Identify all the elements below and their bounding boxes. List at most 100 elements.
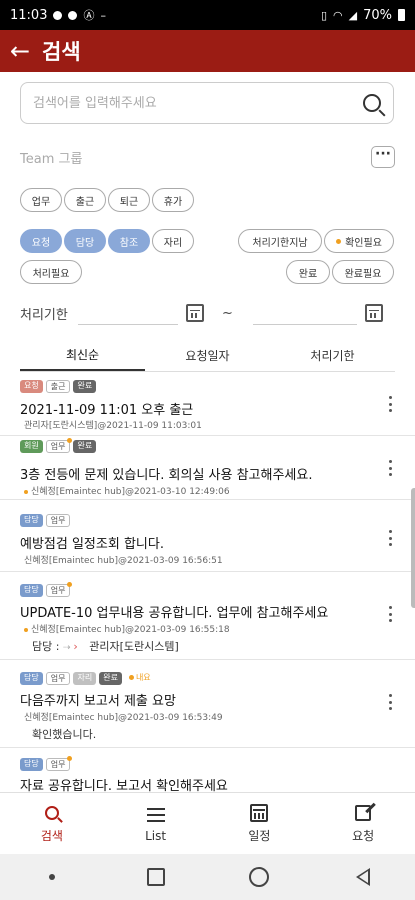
arrow-icon: ⇢ <box>62 643 74 653</box>
deadline-row: 처리기한 ~ <box>20 300 395 326</box>
tag-assigned: 담당 <box>20 672 43 685</box>
item-reply: 확인했습니다. <box>32 728 97 741</box>
tag-type-label: 업무 <box>50 442 66 451</box>
tag-note: 내요 <box>125 672 151 685</box>
page-title: 검색 <box>42 40 81 64</box>
chip-done[interactable]: 완료 <box>286 260 330 284</box>
minus-icon: – <box>100 8 106 22</box>
item-title: UPDATE-10 업무내용 공유합니다. 업무에 참고해주세요 <box>20 606 329 621</box>
tab-latest[interactable]: 최신순 <box>20 340 145 371</box>
chip-needs-processing[interactable]: 처리필요 <box>20 260 82 284</box>
assignee-label: 담당 : <box>32 640 60 653</box>
item-meta: 관리자[도란시스템]@2021-11-09 11:03:01 <box>24 421 202 431</box>
chip-work[interactable]: 업무 <box>20 188 62 212</box>
chip-reference[interactable]: 참조 <box>108 229 150 253</box>
chip-clock-in[interactable]: 출근 <box>64 188 106 212</box>
tag-status: 완료 <box>73 380 97 393</box>
nav-schedule[interactable]: 일정 <box>208 793 312 854</box>
chip-request[interactable]: 요청 <box>20 229 62 253</box>
team-selector[interactable]: Team 그룹 <box>20 148 82 167</box>
tag-type: 출근 <box>45 380 71 393</box>
list-item[interactable]: 회원 업무 완료 3층 전등에 문제 있습니다. 회의실 사용 참고해주세요. … <box>0 436 415 500</box>
app-header: ← 검색 <box>0 30 415 72</box>
kebab-menu-icon[interactable] <box>387 396 393 412</box>
tag-assigned: 담당 <box>20 758 43 771</box>
kebab-menu-icon[interactable] <box>387 460 393 476</box>
kebab-menu-icon[interactable] <box>387 606 393 622</box>
tag-type: 업무 <box>45 514 71 527</box>
tag-type: 업무 <box>45 582 73 597</box>
tag-type-label: 업무 <box>50 586 66 595</box>
back-icon[interactable] <box>352 866 374 888</box>
kebab-menu-icon[interactable] <box>387 530 393 546</box>
calendar-icon <box>249 803 269 823</box>
tag-type: 업무 <box>45 672 71 685</box>
list-item[interactable]: 담당 업무 UPDATE-10 업무내용 공유합니다. 업무에 참고해주세요 신… <box>0 572 415 660</box>
message-icon <box>68 10 78 20</box>
search-icon[interactable] <box>363 94 381 112</box>
nav-schedule-label: 일정 <box>248 829 271 843</box>
tag-request: 회원 <box>20 440 43 453</box>
menu-dot-icon[interactable] <box>41 866 63 888</box>
chip-needs-done[interactable]: 완료필요 <box>332 260 394 284</box>
start-date-field[interactable] <box>78 301 178 325</box>
chip-vacation[interactable]: 휴가 <box>152 188 194 212</box>
status-time: 11:03 <box>10 7 48 23</box>
search-icon <box>42 803 62 823</box>
tag-type: 업무 <box>45 438 73 453</box>
list-item[interactable]: 담당 업무 자료 공유합니다. 보고서 확인해주세요 <box>0 748 415 792</box>
home-icon[interactable] <box>248 866 270 888</box>
sort-tabs: 최신순 요청일자 처리기한 <box>20 340 395 372</box>
chip-assigned[interactable]: 담당 <box>64 229 106 253</box>
list-item[interactable]: 요청 출근 완료 2021-11-09 11:01 오후 출근 관리자[도란시스… <box>0 376 415 436</box>
battery-text: 70% <box>363 7 392 23</box>
search-box <box>20 82 394 124</box>
assignee-value: 관리자[도란시스템] <box>89 640 179 653</box>
nav-request-label: 요청 <box>352 829 375 843</box>
tab-request-date[interactable]: 요청일자 <box>145 340 270 371</box>
calendar-icon[interactable] <box>186 304 204 322</box>
date-separator: ~ <box>222 305 233 321</box>
tag-status: 완료 <box>99 672 122 685</box>
list-item[interactable]: 담당 업무 자리 완료 내요 다음주까지 보고서 제출 요망 신혜정[Emain… <box>0 660 415 748</box>
end-date-field[interactable] <box>252 301 357 325</box>
nav-list[interactable]: List <box>104 793 208 854</box>
battery-icon <box>398 9 405 21</box>
tag-status: 완료 <box>73 440 97 453</box>
chip-seat[interactable]: 자리 <box>152 229 194 253</box>
unread-dot-icon <box>67 756 73 761</box>
chip-clock-out[interactable]: 퇴근 <box>108 188 150 212</box>
kebab-menu-icon[interactable] <box>387 694 393 710</box>
item-title: 2021-11-09 11:01 오후 출근 <box>20 403 194 418</box>
chip-needs-confirm-label: 확인필요 <box>345 237 382 249</box>
nav-search[interactable]: 검색 <box>0 793 104 854</box>
wifi-icon: ◠ <box>333 8 343 22</box>
list-item[interactable]: 담당 업무 예방점검 일정조회 합니다. 신혜정[Emaintec hub]@2… <box>0 500 415 572</box>
back-arrow-icon[interactable]: ← <box>10 37 38 65</box>
unread-dot-icon <box>67 582 73 587</box>
search-input[interactable] <box>33 95 363 111</box>
tag-assigned: 담당 <box>20 584 43 597</box>
tag-seat: 자리 <box>73 672 97 685</box>
app-icon: Ⓐ <box>83 9 95 22</box>
chip-needs-confirm[interactable]: 확인필요 <box>324 229 394 253</box>
edit-icon <box>353 803 373 823</box>
status-bar: 11:03 Ⓐ – ▯ ◠ ◢ 70% <box>0 0 415 30</box>
list-icon <box>146 805 166 825</box>
nav-request[interactable]: 요청 <box>311 793 415 854</box>
more-options-button[interactable]: ··· <box>371 146 395 168</box>
item-meta: 신혜정[Emaintec hub]@2021-03-10 12:49:06 <box>24 484 230 497</box>
item-title: 다음주까지 보고서 제출 요망 <box>20 694 176 709</box>
edge-panel-handle[interactable] <box>411 488 415 608</box>
unread-dot-icon <box>67 438 73 443</box>
tab-deadline[interactable]: 처리기한 <box>270 340 395 371</box>
calendar-icon[interactable] <box>364 304 383 322</box>
tag-type: 업무 <box>45 756 73 771</box>
tag-request: 요청 <box>20 380 43 393</box>
item-title: 자료 공유합니다. 보고서 확인해주세요 <box>20 779 228 792</box>
recents-icon[interactable] <box>145 866 167 888</box>
item-title: 3층 전등에 문제 있습니다. 회의실 사용 참고해주세요. <box>20 468 313 483</box>
notification-icon <box>53 10 63 20</box>
chip-overdue[interactable]: 처리기한지남 <box>238 229 322 253</box>
vibrate-icon: ▯ <box>320 8 328 22</box>
